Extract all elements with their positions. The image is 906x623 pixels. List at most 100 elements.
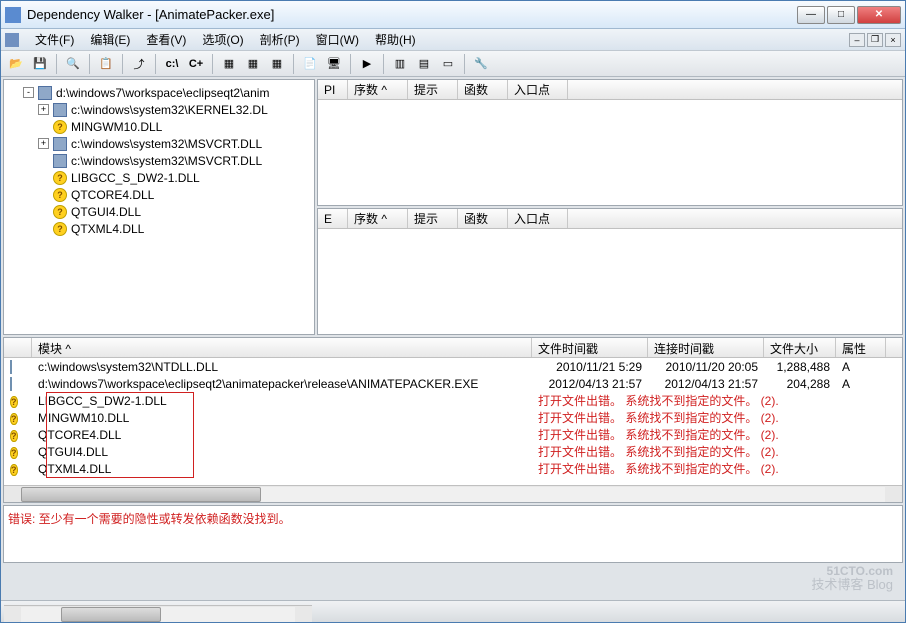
exports-pane[interactable]: E序数 ^提示函数入口点 bbox=[317, 208, 903, 335]
tree-toggle[interactable]: + bbox=[38, 138, 49, 149]
menu-f[interactable]: 文件(F) bbox=[27, 29, 82, 50]
log-pane[interactable]: 错误: 至少有一个需要的隐性或转发依赖函数没找到。 bbox=[3, 505, 903, 563]
view-list-icon[interactable]: ▤ bbox=[413, 53, 435, 75]
question-icon: ? bbox=[53, 120, 67, 134]
minimize-button[interactable]: — bbox=[797, 6, 825, 24]
column-header[interactable]: 属性 bbox=[836, 338, 886, 357]
view3-icon[interactable]: ▦ bbox=[266, 53, 288, 75]
view1-icon[interactable]: ▦ bbox=[218, 53, 240, 75]
column-header[interactable]: 文件大小 bbox=[764, 338, 836, 357]
dependency-tree[interactable]: -d:\windows7\workspace\eclipseqt2\anim+c… bbox=[3, 79, 315, 335]
open-icon[interactable]: 📂 bbox=[5, 53, 27, 75]
window-title: Dependency Walker - [AnimatePacker.exe] bbox=[27, 7, 797, 22]
mdi-close-button[interactable]: × bbox=[885, 33, 901, 47]
module-icon bbox=[53, 103, 67, 117]
module-size: 1,288,488 bbox=[764, 360, 836, 374]
view-module-icon[interactable]: ▥ bbox=[389, 53, 411, 75]
module-attr: A bbox=[836, 360, 886, 374]
copy-icon[interactable]: 📋 bbox=[95, 53, 117, 75]
module-row[interactable]: ?LIBGCC_S_DW2-1.DLL打开文件出错。 系统找不到指定的文件。 (… bbox=[4, 392, 902, 409]
column-header[interactable]: 函数 bbox=[458, 80, 508, 99]
close-button[interactable]: ✕ bbox=[857, 6, 901, 24]
view2-icon[interactable]: ▦ bbox=[242, 53, 264, 75]
module-error: 打开文件出错。 系统找不到指定的文件。 (2). bbox=[532, 409, 882, 426]
module-icon bbox=[10, 360, 12, 374]
tree-node[interactable]: ?LIBGCC_S_DW2-1.DLL bbox=[8, 169, 310, 186]
module-lt: 2012/04/13 21:57 bbox=[648, 377, 764, 391]
menubar: 文件(F)编辑(E)查看(V)选项(O)剖析(P)窗口(W)帮助(H) – ❐ … bbox=[1, 29, 905, 51]
configure-icon[interactable]: 🔧 bbox=[470, 53, 492, 75]
column-header[interactable]: E bbox=[318, 209, 348, 228]
profile-icon[interactable]: ▶ bbox=[356, 53, 378, 75]
module-lt: 2010/11/20 20:05 bbox=[648, 360, 764, 374]
modules-scrollbar[interactable] bbox=[4, 485, 902, 502]
tree-node[interactable]: ? QTCORE4.DLL bbox=[8, 186, 310, 203]
question-icon: ? bbox=[10, 413, 18, 425]
autoexpand-icon[interactable]: ⤴ bbox=[128, 53, 150, 75]
tree-label: d:\windows7\workspace\eclipseqt2\anim bbox=[56, 86, 269, 100]
separator bbox=[56, 54, 57, 74]
module-row[interactable]: ?QTGUI4.DLL打开文件出错。 系统找不到指定的文件。 (2). bbox=[4, 443, 902, 460]
question-icon: ? bbox=[10, 396, 18, 408]
module-row[interactable]: c:\windows\system32\NTDLL.DLL2010/11/21 … bbox=[4, 358, 902, 375]
cpp-icon[interactable]: C+ bbox=[185, 53, 207, 75]
module-row[interactable]: ?QTXML4.DLL打开文件出错。 系统找不到指定的文件。 (2). bbox=[4, 460, 902, 477]
column-header[interactable]: 函数 bbox=[458, 209, 508, 228]
tree-node[interactable]: ?QTXML4.DLL bbox=[8, 220, 310, 237]
module-row[interactable]: ? MINGWM10.DLL打开文件出错。 系统找不到指定的文件。 (2). bbox=[4, 409, 902, 426]
maximize-button[interactable]: □ bbox=[827, 6, 855, 24]
module-name: d:\windows7\workspace\eclipseqt2\animate… bbox=[32, 377, 532, 391]
tree-node[interactable]: +c:\windows\system32\KERNEL32.DL bbox=[8, 101, 310, 118]
column-header[interactable]: 入口点 bbox=[508, 209, 568, 228]
column-header[interactable]: 提示 bbox=[408, 209, 458, 228]
tree-toggle[interactable]: + bbox=[38, 104, 49, 115]
menu-v[interactable]: 查看(V) bbox=[138, 29, 194, 50]
tree-node[interactable]: ? MINGWM10.DLL bbox=[8, 118, 310, 135]
tree-label: QTCORE4.DLL bbox=[71, 188, 154, 202]
column-header[interactable]: 序数 ^ bbox=[348, 80, 408, 99]
module-error: 打开文件出错。 系统找不到指定的文件。 (2). bbox=[532, 443, 882, 460]
mdi-restore-button[interactable]: ❐ bbox=[867, 33, 883, 47]
column-header[interactable]: 提示 bbox=[408, 80, 458, 99]
module-error: 打开文件出错。 系统找不到指定的文件。 (2). bbox=[532, 392, 882, 409]
system-info-icon[interactable]: 🖥 bbox=[323, 53, 345, 75]
menu-p[interactable]: 剖析(P) bbox=[252, 29, 308, 50]
module-name: MINGWM10.DLL bbox=[32, 411, 532, 425]
find-icon[interactable]: 🔍 bbox=[62, 53, 84, 75]
main-window: Dependency Walker - [AnimatePacker.exe] … bbox=[0, 0, 906, 623]
modules-list[interactable]: 模块 ^文件时间戳连接时间戳文件大小属性 c:\windows\system32… bbox=[3, 337, 903, 503]
parent-imports-pane[interactable]: PI序数 ^提示函数入口点 bbox=[317, 79, 903, 206]
module-name: QTXML4.DLL bbox=[32, 462, 532, 476]
module-row[interactable]: d:\windows7\workspace\eclipseqt2\animate… bbox=[4, 375, 902, 392]
column-header[interactable]: 文件时间戳 bbox=[532, 338, 648, 357]
tree-node[interactable]: c:\windows\system32\MSVCRT.DLL bbox=[8, 152, 310, 169]
tree-node[interactable]: + c:\windows\system32\MSVCRT.DLL bbox=[8, 135, 310, 152]
titlebar[interactable]: Dependency Walker - [AnimatePacker.exe] … bbox=[1, 1, 905, 29]
module-icon bbox=[38, 86, 52, 100]
save-icon[interactable]: 💾 bbox=[29, 53, 51, 75]
menu-e[interactable]: 编辑(E) bbox=[82, 29, 138, 50]
tree-node[interactable]: ?QTGUI4.DLL bbox=[8, 203, 310, 220]
tree-label: c:\windows\system32\MSVCRT.DLL bbox=[71, 137, 262, 151]
menu-o[interactable]: 选项(O) bbox=[194, 29, 251, 50]
module-row[interactable]: ?QTCORE4.DLL打开文件出错。 系统找不到指定的文件。 (2). bbox=[4, 426, 902, 443]
column-header[interactable] bbox=[4, 338, 32, 357]
c-icon[interactable]: c:\ bbox=[161, 53, 183, 75]
menu-w[interactable]: 窗口(W) bbox=[308, 29, 367, 50]
column-header[interactable]: 序数 ^ bbox=[348, 209, 408, 228]
properties-icon[interactable]: 📄 bbox=[299, 53, 321, 75]
tree-label: QTGUI4.DLL bbox=[71, 205, 141, 219]
mdi-minimize-button[interactable]: – bbox=[849, 33, 865, 47]
module-icon bbox=[53, 154, 67, 168]
column-header[interactable]: PI bbox=[318, 80, 348, 99]
tree-node[interactable]: - d:\windows7\workspace\eclipseqt2\anim bbox=[8, 84, 310, 101]
tree-toggle[interactable]: - bbox=[23, 87, 34, 98]
column-header[interactable]: 模块 ^ bbox=[32, 338, 532, 357]
content-area: -d:\windows7\workspace\eclipseqt2\anim+c… bbox=[1, 77, 905, 600]
column-header[interactable]: 入口点 bbox=[508, 80, 568, 99]
menu-h[interactable]: 帮助(H) bbox=[367, 29, 424, 50]
view-log-icon[interactable]: ▭ bbox=[437, 53, 459, 75]
tree-label: MINGWM10.DLL bbox=[71, 120, 162, 134]
question-icon: ? bbox=[53, 188, 67, 202]
column-header[interactable]: 连接时间戳 bbox=[648, 338, 764, 357]
